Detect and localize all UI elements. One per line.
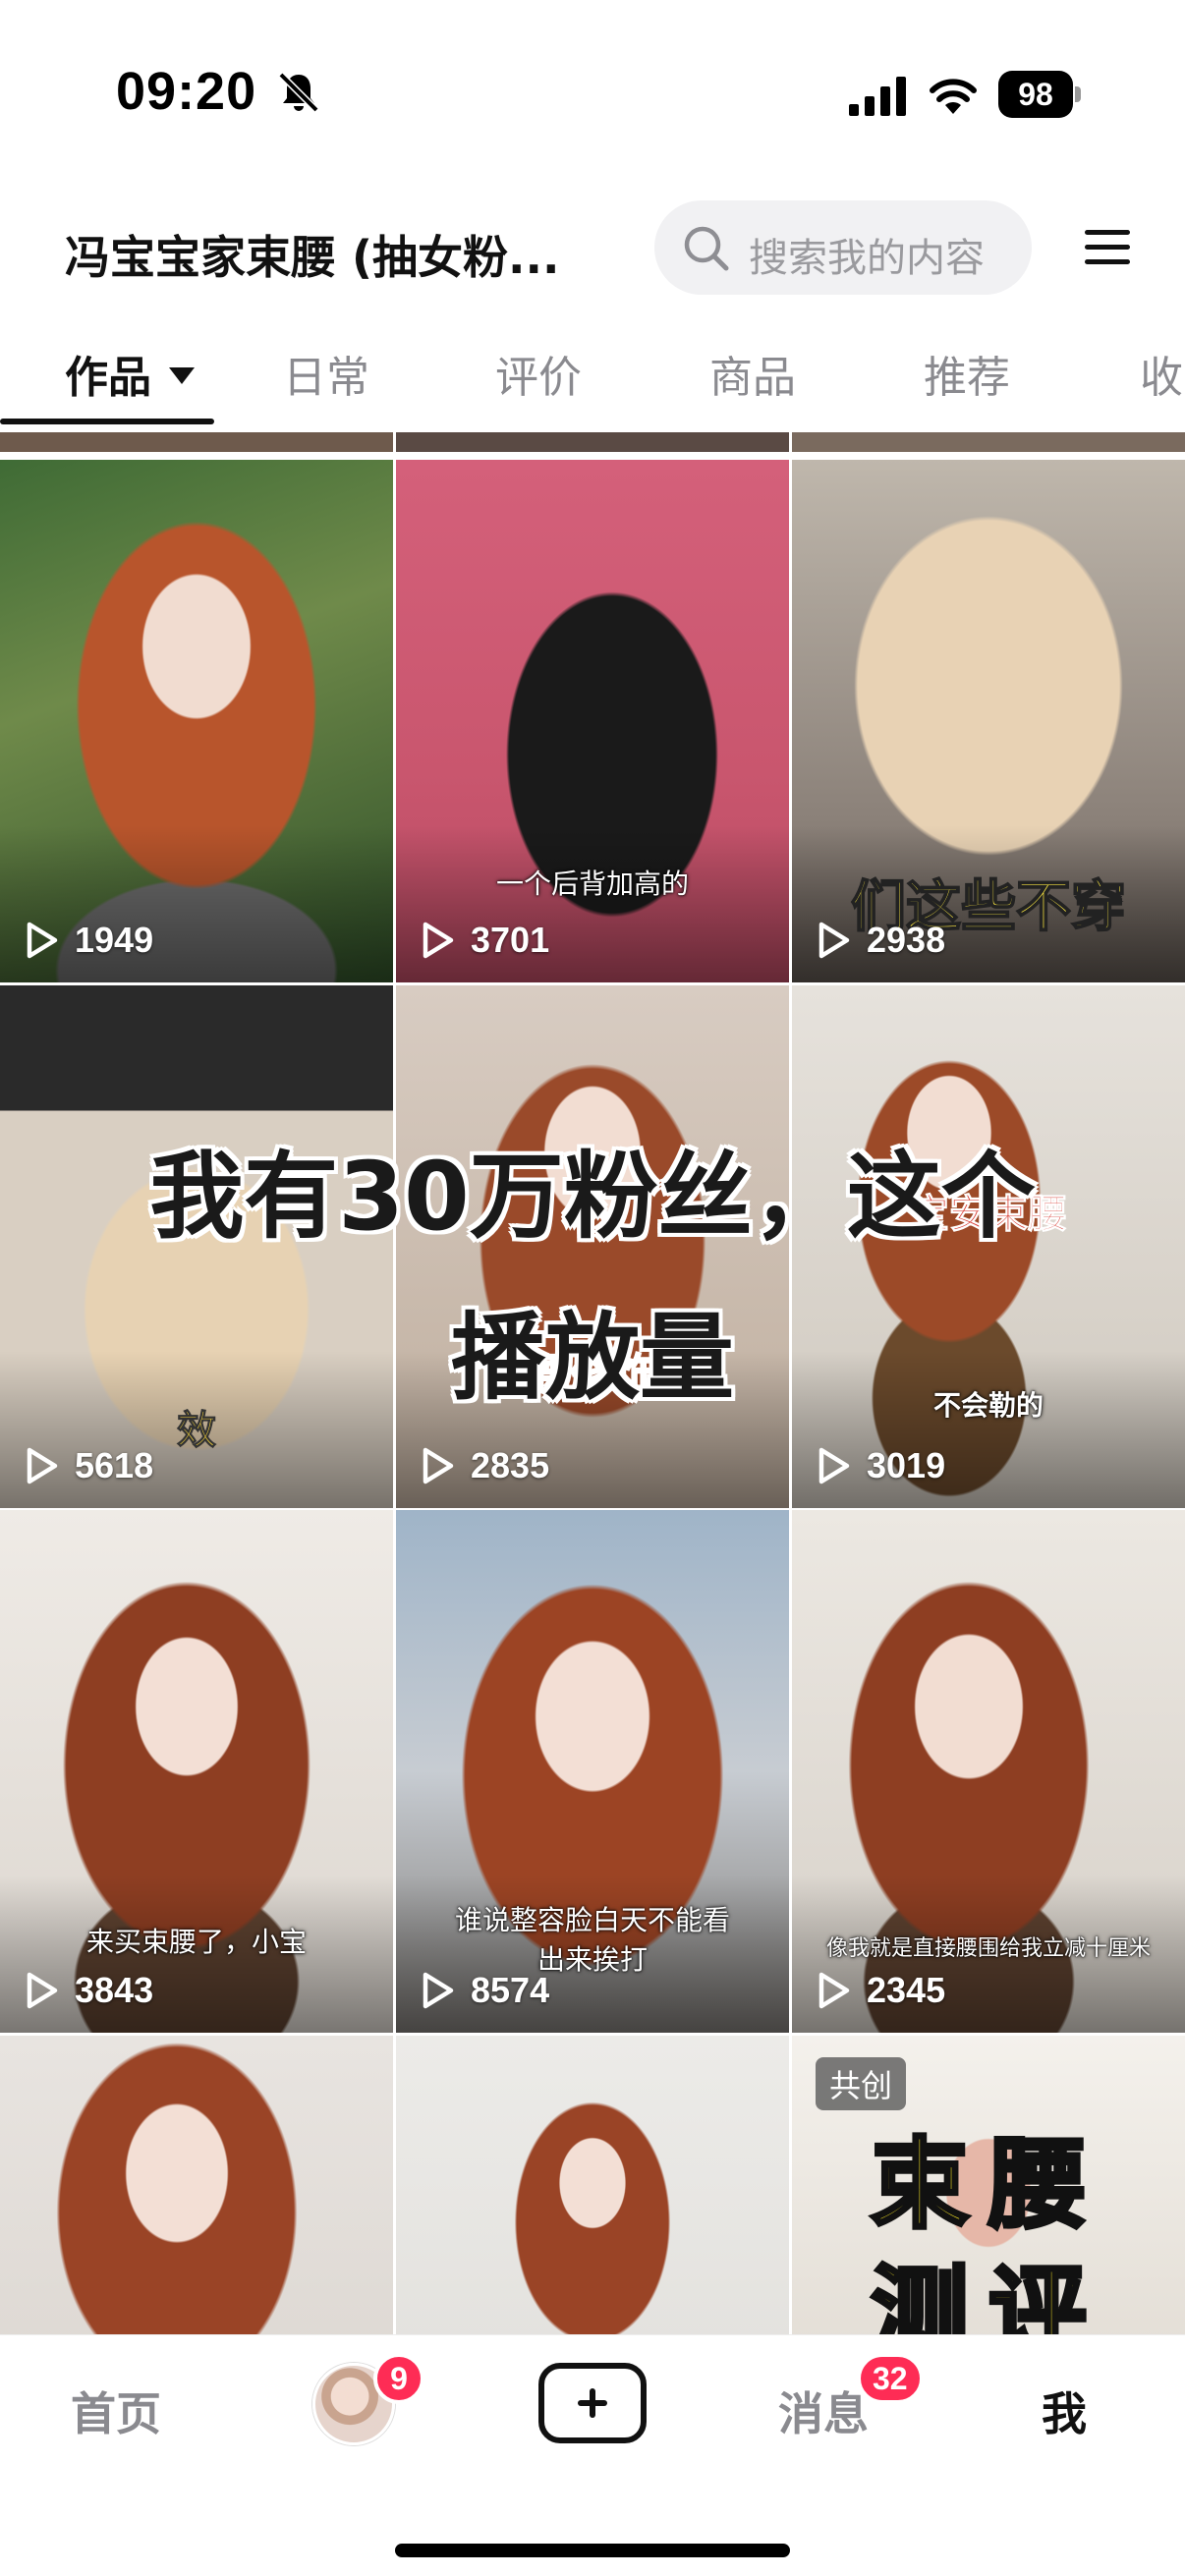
- tab-works-label: 作品: [65, 353, 151, 403]
- video-tile-partial[interactable]: [0, 432, 393, 452]
- tab-reviews[interactable]: 评价: [495, 342, 582, 405]
- play-icon: [818, 1972, 850, 2009]
- video-tile[interactable]: [0, 2036, 393, 2334]
- bottom-nav: 首页 9 消息 32 我: [0, 2334, 1185, 2576]
- battery-indicator: 98: [998, 71, 1081, 118]
- play-count: 5618: [22, 1441, 153, 1490]
- video-caption: 谁说整容脸白天不能看: [454, 1904, 730, 1936]
- video-tile[interactable]: 像我就是直接腰围给我立减十厘米 2345: [792, 1510, 1185, 2033]
- collab-badge: 共创: [816, 2057, 907, 2110]
- video-tile[interactable]: 一个后背加高的 3701: [396, 460, 789, 982]
- play-icon: [818, 922, 850, 959]
- cellular-signal-icon: [849, 77, 906, 116]
- sticker-text-bottom: 测评: [869, 2253, 1106, 2334]
- nav-messages[interactable]: 消息: [778, 2379, 869, 2443]
- profile-title: 冯宝宝家束腰 (抽女粉...: [65, 231, 560, 284]
- play-count-value: 2835: [471, 1445, 550, 1485]
- play-icon: [27, 1447, 58, 1484]
- tab-recommend[interactable]: 推荐: [924, 342, 1010, 405]
- bell-muted-icon: [278, 72, 319, 113]
- play-count-value: 3843: [75, 1970, 154, 2010]
- nav-home[interactable]: 首页: [71, 2379, 161, 2443]
- play-count: 2938: [814, 916, 945, 965]
- video-caption: 一个后背加高的: [495, 868, 689, 900]
- video-tile-partial[interactable]: [396, 432, 789, 452]
- video-tile-partial[interactable]: [792, 432, 1185, 452]
- play-count: 2345: [814, 1966, 945, 2015]
- search-icon: [684, 226, 729, 271]
- overlay-text-line-1: 我有30万粉丝，这个: [149, 1142, 1036, 1252]
- video-tile[interactable]: 们这些不穿 2938: [792, 460, 1185, 982]
- status-bar: 09:20 98: [0, 0, 1185, 177]
- play-count: 3701: [418, 916, 549, 965]
- friends-badge: 9: [373, 2353, 424, 2404]
- video-caption: 像我就是直接腰围给我立减十厘米: [825, 1936, 1151, 1961]
- play-icon: [27, 922, 58, 959]
- play-count-value: 3701: [471, 920, 550, 960]
- video-tile[interactable]: 共创 束腰 测评: [792, 2036, 1185, 2334]
- messages-badge: 32: [857, 2353, 924, 2404]
- dropdown-arrow-icon: [169, 367, 195, 384]
- play-count-value: 8574: [471, 1970, 550, 2010]
- search-input[interactable]: 搜索我的内容: [654, 200, 1032, 295]
- play-count-value: 2345: [867, 1970, 946, 2010]
- wifi-icon: [930, 79, 977, 114]
- play-count: 8574: [418, 1966, 549, 2015]
- play-icon: [423, 1972, 454, 2009]
- status-time: 09:20: [116, 62, 257, 121]
- app-screen: 09:20 98 冯宝宝家束腰 (抽女粉... 搜索我的内容 作品 日常 评价 …: [0, 0, 1185, 2576]
- play-icon: [27, 1972, 58, 2009]
- search-placeholder: 搜索我的内容: [749, 236, 985, 281]
- video-caption: 来买束腰了，小宝: [85, 1926, 307, 1958]
- video-tile[interactable]: [396, 2036, 789, 2334]
- overlay-text-line-2: 播放量: [451, 1303, 734, 1413]
- video-thumbnail: [396, 2036, 789, 2334]
- play-count: 1949: [22, 916, 153, 965]
- content-tabs: 作品 日常 评价 商品 推荐 收: [0, 324, 1185, 432]
- play-count-value: 2938: [867, 920, 946, 960]
- play-icon: [818, 1447, 850, 1484]
- play-icon: [423, 922, 454, 959]
- tab-daily[interactable]: 日常: [283, 342, 369, 405]
- tab-products[interactable]: 商品: [709, 342, 796, 405]
- nav-me[interactable]: 我: [1042, 2379, 1087, 2443]
- battery-level: 98: [1018, 77, 1053, 112]
- tab-works[interactable]: 作品: [65, 342, 195, 405]
- battery-cap: [1075, 86, 1081, 102]
- create-post-button[interactable]: [538, 2363, 647, 2443]
- menu-icon[interactable]: [1081, 224, 1136, 271]
- play-icon: [423, 1447, 454, 1484]
- play-count-value: 1949: [75, 920, 154, 960]
- play-count: 2835: [418, 1441, 549, 1490]
- tab-active-indicator: [0, 419, 214, 424]
- video-thumbnail: [0, 2036, 393, 2334]
- play-count: 3843: [22, 1966, 153, 2015]
- video-tile[interactable]: 来买束腰了，小宝 3843: [0, 1510, 393, 2033]
- play-count-value: 5618: [75, 1445, 154, 1485]
- play-count-value: 3019: [867, 1445, 946, 1485]
- profile-header: 冯宝宝家束腰 (抽女粉... 搜索我的内容: [0, 193, 1185, 303]
- video-tile[interactable]: 1949: [0, 460, 393, 982]
- video-tile[interactable]: 谁说整容脸白天不能看 出来挨打 8574: [396, 1510, 789, 2033]
- sticker-text-top: 束腰: [869, 2125, 1106, 2244]
- tab-favorites[interactable]: 收: [1140, 342, 1183, 405]
- play-count: 3019: [814, 1441, 945, 1490]
- home-indicator: [395, 2544, 790, 2557]
